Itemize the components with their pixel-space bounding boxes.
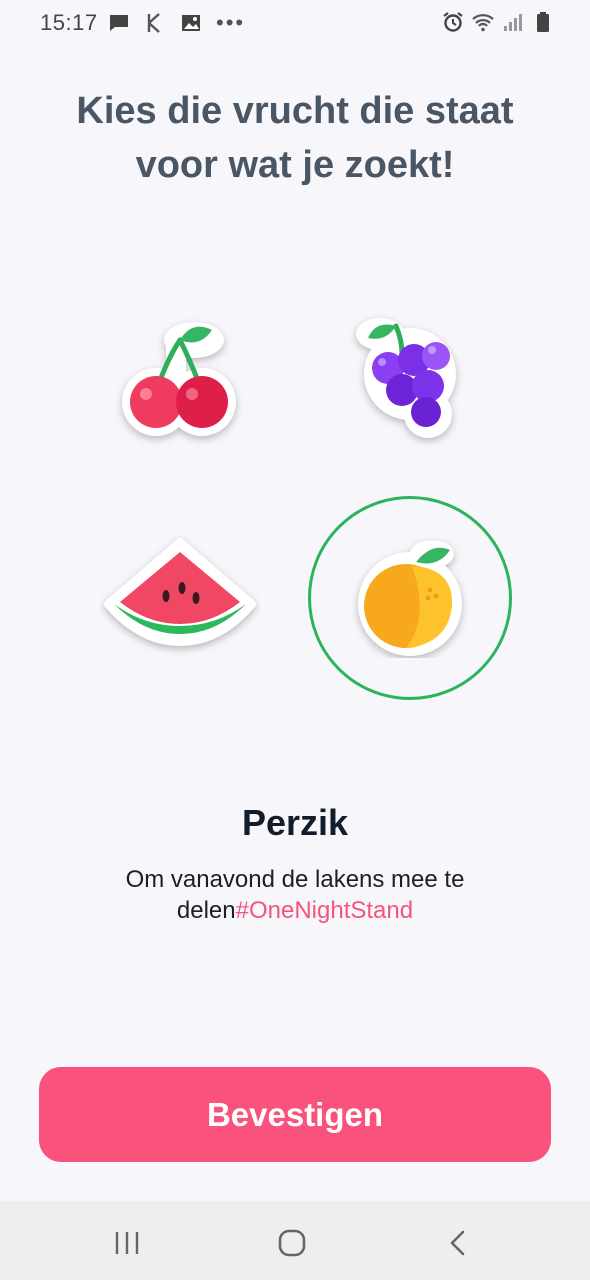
back-icon: [450, 1230, 465, 1256]
watermelon-icon: [104, 538, 256, 646]
fruit-option-peach[interactable]: [308, 496, 512, 700]
confirm-button[interactable]: Bevestigen: [39, 1067, 551, 1162]
message-icon: [110, 15, 128, 31]
status-left-icons: •••: [108, 12, 245, 34]
selection-ring: [308, 496, 512, 700]
cherry-icon: [122, 322, 236, 436]
selected-fruit-name: Perzik: [241, 802, 349, 843]
status-bar: 15:17 •••: [0, 0, 590, 46]
image-icon: [182, 15, 200, 31]
back-button[interactable]: [438, 1223, 478, 1263]
more-icon: •••: [216, 10, 246, 35]
nav-bar: [0, 1201, 590, 1280]
status-right-icons: [442, 11, 554, 33]
selected-fruit-description: Om vanavond de lakens mee te delen#OneNi…: [90, 864, 500, 926]
wifi-icon: [472, 14, 494, 32]
status-time: 15:17: [40, 10, 98, 35]
home-icon: [278, 1229, 306, 1257]
fruit-option-cherry[interactable]: [110, 310, 250, 450]
battery-icon: [537, 12, 549, 32]
signal-icon: [504, 14, 522, 31]
alarm-icon: [443, 12, 463, 32]
recent-apps-button[interactable]: [107, 1223, 147, 1263]
fruit-option-grape[interactable]: [340, 310, 480, 450]
home-button[interactable]: [272, 1223, 312, 1263]
k-app-icon: [147, 13, 160, 33]
grape-icon: [356, 318, 456, 438]
recent-apps-icon: [115, 1232, 139, 1254]
hashtag-text: #OneNightStand: [235, 897, 414, 924]
fruit-option-watermelon[interactable]: [100, 530, 260, 660]
page-title: Kies die vrucht die staat voor wat je zo…: [76, 90, 514, 186]
